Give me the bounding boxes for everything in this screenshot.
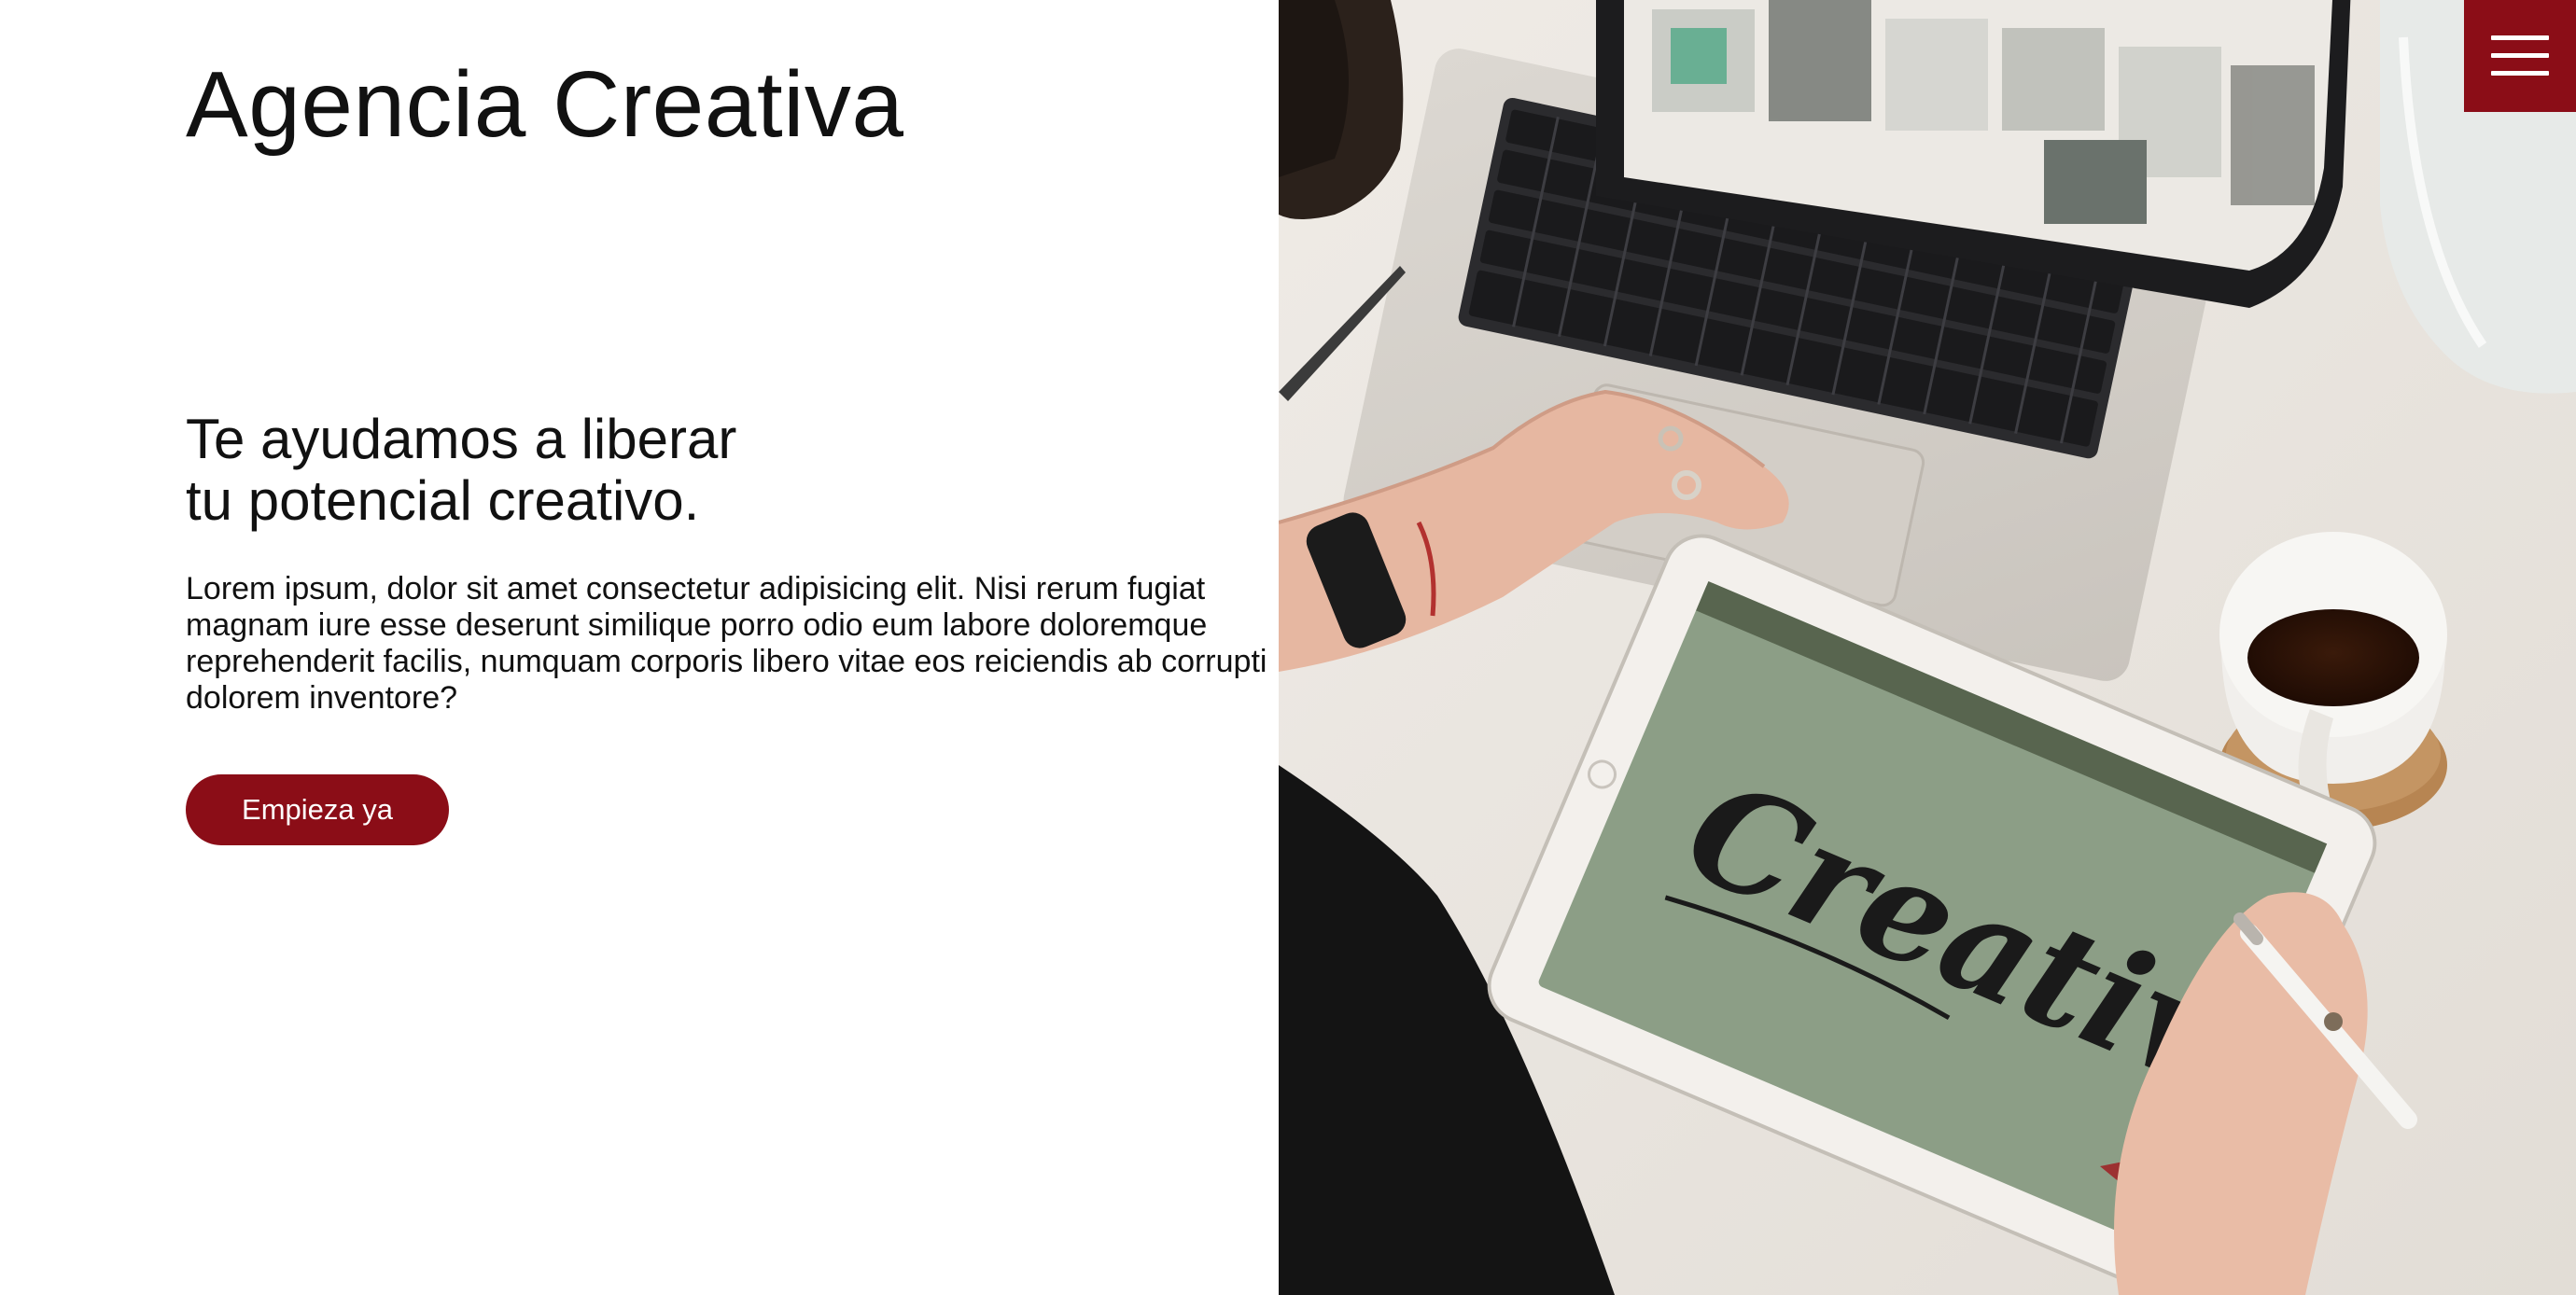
photo-illustration: Creative xyxy=(1279,0,2576,1295)
hero-text-panel: Agencia Creativa Te ayudamos a liberar t… xyxy=(0,0,1279,1295)
hero-headline-line-1: Te ayudamos a liberar xyxy=(186,408,737,470)
brand-title: Agencia Creativa xyxy=(186,52,904,157)
menu-button[interactable] xyxy=(2464,0,2576,112)
hero-headline: Te ayudamos a liberar tu potencial creat… xyxy=(186,409,736,532)
hero-description: Lorem ipsum, dolor sit amet consectetur … xyxy=(186,571,1267,716)
start-now-button[interactable]: Empieza ya xyxy=(186,774,449,845)
hero-photo: Creative xyxy=(1279,0,2576,1295)
hero-headline-line-2: tu potencial creativo. xyxy=(186,469,700,532)
